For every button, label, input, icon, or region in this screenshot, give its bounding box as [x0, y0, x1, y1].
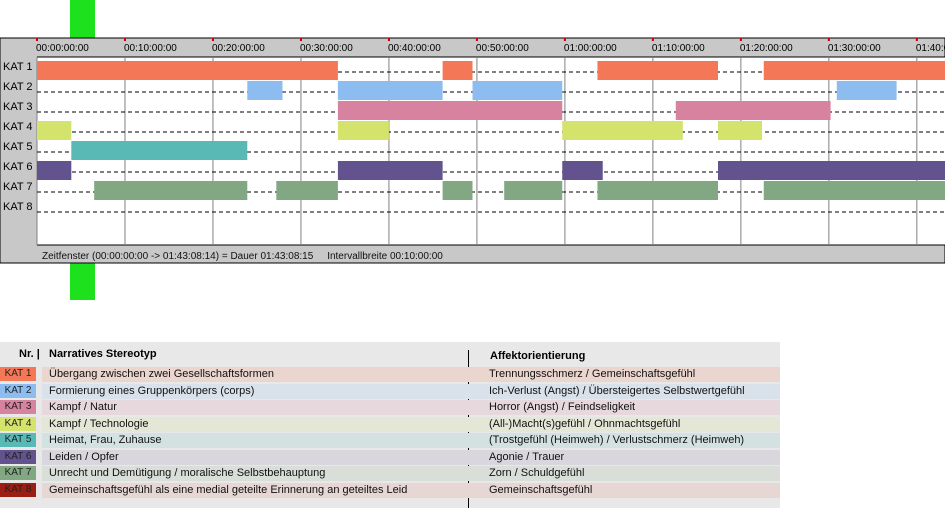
- interval-bar[interactable]: [562, 121, 683, 140]
- category-label: KAT 1: [3, 61, 33, 73]
- tick-mark: [827, 38, 830, 41]
- legend-table: Nr. | Narratives Stereotyp Affektorienti…: [0, 342, 780, 508]
- legend-category-badge: KAT 3: [0, 400, 36, 414]
- x-tick-label: 01:10:00:00: [652, 43, 705, 54]
- playhead-marker-bottom[interactable]: [70, 263, 95, 300]
- interval-bar[interactable]: [442, 61, 473, 80]
- interval-bar[interactable]: [836, 81, 897, 100]
- legend-row: KAT 2 Formierung eines Gruppenkörpers (co…: [0, 383, 780, 400]
- legend-row-band: [42, 400, 780, 415]
- legend-stereotyp-text: Leiden / Opfer: [49, 450, 119, 463]
- interval-bar[interactable]: [597, 181, 718, 200]
- interval-bar[interactable]: [94, 181, 248, 200]
- x-tick-label: 01:30:00:00: [828, 43, 881, 54]
- interval-bar[interactable]: [718, 161, 945, 180]
- x-tick-label: 00:40:00:00: [388, 43, 441, 54]
- legend-stereotyp-text: Unrecht und Demütigung / moralische Selb…: [49, 467, 326, 479]
- interval-bar[interactable]: [337, 161, 443, 180]
- tick-mark: [299, 38, 302, 41]
- legend-category-badge: KAT 2: [0, 383, 36, 398]
- tick-mark: [739, 38, 742, 41]
- interval-bar[interactable]: [675, 101, 831, 120]
- tick-mark: [475, 38, 478, 41]
- category-label: KAT 5: [3, 141, 33, 153]
- legend-affekt-text: Zorn / Schuldgefühl: [489, 467, 585, 479]
- interval-bar[interactable]: [71, 141, 248, 160]
- legend-row: KAT 8 Gemeinschaftsgefühl als eine medial…: [0, 482, 780, 499]
- tick-mark: [651, 38, 654, 41]
- legend-row: KAT 4 Kampf / Technologie (All-)Macht(s)ge…: [0, 416, 780, 433]
- legend-row: KAT 1 Übergang zwischen zwei Gesellschaft…: [0, 366, 780, 383]
- category-timeline-chart: 00:00:00:00 00:10:00:00 00:20:00:00 00:30:0…: [0, 0, 945, 300]
- category-label: KAT 6: [3, 161, 33, 173]
- legend-affekt-text: Ich-Verlust (Angst) / Übersteigertes Sel…: [489, 384, 745, 397]
- interval-bar[interactable]: [37, 161, 72, 180]
- legend-category-badge: KAT 4: [0, 416, 36, 431]
- category-label: KAT 4: [3, 121, 33, 133]
- tick-mark: [211, 38, 214, 41]
- x-tick-label: 01:40:00:00: [916, 43, 945, 54]
- interval-bar[interactable]: [276, 181, 338, 200]
- legend-row: KAT 7 Unrecht und Demütigung / moralische…: [0, 465, 780, 482]
- legend-affekt-text: (Trostgefühl (Heimweh) / Verlustschmerz …: [489, 434, 745, 446]
- legend-row: KAT 3 Kampf / Natur Horror (Angst) / Feind…: [0, 399, 780, 416]
- legend-affekt-text: Agonie / Trauer: [489, 450, 565, 463]
- interval-bar[interactable]: [337, 81, 443, 100]
- tick-mark: [387, 38, 390, 41]
- x-tick-label: 00:20:00:00: [212, 43, 265, 54]
- tick-mark: [123, 38, 126, 41]
- x-tick-label: 01:00:00:00: [564, 43, 617, 54]
- legend-affekt-text: (All-)Macht(s)gefühl / Ohnmachtsgefühl: [489, 417, 681, 430]
- interval-bar[interactable]: [337, 121, 389, 140]
- tick-mark: [915, 38, 918, 41]
- x-tick-label: 00:00:00:00: [36, 43, 89, 54]
- legend-stereotyp-text: Kampf / Technologie: [49, 417, 149, 430]
- interval-bar[interactable]: [247, 81, 283, 100]
- legend-row: KAT 6 Leiden / Opfer Agonie / Trauer: [0, 449, 780, 466]
- tick-mark: [563, 38, 566, 41]
- category-label: KAT 8: [3, 201, 33, 213]
- legend-category-badge: KAT 5: [0, 433, 36, 447]
- legend-affekt-text: Gemeinschaftsgefühl: [489, 483, 593, 496]
- category-label: KAT 7: [3, 181, 33, 193]
- playhead-marker-top[interactable]: [70, 0, 95, 38]
- legend-stereotyp-text: Gemeinschaftsgefühl als eine medial gete…: [49, 483, 408, 496]
- tick-mark: [36, 38, 38, 41]
- legend-stereotyp-text: Heimat, Frau, Zuhause: [49, 434, 162, 446]
- legend-stereotyp-text: Formierung eines Gruppenkörpers (corps): [49, 384, 255, 397]
- legend-category-badge: KAT 8: [0, 482, 36, 497]
- interval-bar[interactable]: [337, 101, 563, 120]
- interval-bar[interactable]: [562, 161, 603, 180]
- x-tick-label: 00:30:00:00: [300, 43, 353, 54]
- status-bar-text: Zeitfenster (00:00:00:00 -> 01:43:08:14)…: [42, 251, 443, 262]
- x-tick-label: 00:10:00:00: [124, 43, 177, 54]
- category-label: KAT 2: [3, 81, 33, 93]
- category-label: KAT 3: [3, 101, 33, 113]
- interval-bar[interactable]: [718, 121, 762, 140]
- legend-row: KAT 5 Heimat, Frau, Zuhause (Trostgefühl (…: [0, 432, 780, 449]
- legend-category-badge: KAT 6: [0, 449, 36, 464]
- header-nr: Nr. |: [19, 348, 40, 360]
- legend-category-badge: KAT 1: [0, 367, 36, 381]
- interval-bar[interactable]: [504, 181, 563, 200]
- x-tick-label: 01:20:00:00: [740, 43, 793, 54]
- legend-affekt-text: Trennungsschmerz / Gemeinschaftsgefühl: [489, 368, 696, 380]
- legend-row-band: [42, 449, 780, 465]
- interval-bar[interactable]: [472, 81, 563, 100]
- interval-bar[interactable]: [442, 181, 473, 200]
- x-tick-label: 00:50:00:00: [476, 43, 529, 54]
- legend-category-badge: KAT 7: [0, 466, 36, 480]
- header-affekt: Affektorientierung: [490, 350, 586, 362]
- interval-bar[interactable]: [597, 61, 718, 80]
- legend-stereotyp-text: Übergang zwischen zwei Gesellschaftsform…: [49, 368, 274, 380]
- interval-bar[interactable]: [763, 181, 945, 200]
- interval-bar[interactable]: [37, 121, 72, 140]
- interval-bar[interactable]: [763, 61, 945, 80]
- legend-stereotyp-text: Kampf / Natur: [49, 401, 117, 413]
- header-stereotyp: Narratives Stereotyp: [49, 348, 157, 360]
- legend-affekt-text: Horror (Angst) / Feindseligkeit: [489, 401, 636, 413]
- interval-bar[interactable]: [37, 61, 338, 80]
